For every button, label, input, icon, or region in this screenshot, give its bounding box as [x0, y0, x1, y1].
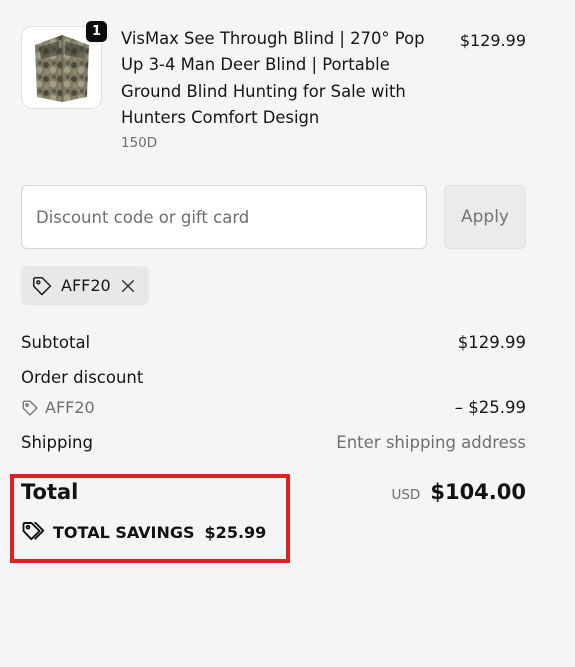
- product-variant: 150D: [121, 135, 158, 152]
- product-title: VisMax See Through Blind | 270° Pop Up 3…: [121, 29, 425, 127]
- currency-code: USD: [391, 487, 421, 503]
- close-icon[interactable]: [119, 277, 137, 295]
- quantity-badge: 1: [84, 19, 109, 44]
- tags-icon: [21, 520, 45, 544]
- product-price: $129.99: [459, 31, 526, 50]
- product-info: VisMax See Through Blind | 270° Pop Up 3…: [121, 26, 441, 151]
- line-item: 1 VisMax See Through Blind | 270° Pop Up…: [21, 19, 526, 151]
- subtotal-value: $129.99: [457, 333, 526, 352]
- total-savings-label: TOTAL SAVINGS: [53, 522, 195, 542]
- subtotal-row: Subtotal $129.99: [21, 333, 526, 352]
- order-discount-row: Order discount: [21, 368, 526, 387]
- total-value: $104.00: [430, 480, 526, 504]
- total-savings: TOTAL SAVINGS $25.99: [21, 520, 266, 544]
- discount-code-input[interactable]: [21, 185, 427, 249]
- discount-code-text: AFF20: [45, 398, 95, 417]
- shipping-label: Shipping: [21, 433, 93, 452]
- applied-discount-code: AFF20: [61, 276, 111, 295]
- subtotal-label: Subtotal: [21, 333, 91, 352]
- product-image: [34, 34, 89, 102]
- applied-discount-chip: AFF20: [21, 266, 149, 305]
- apply-discount-button[interactable]: Apply: [444, 185, 526, 249]
- total-amount: USD $104.00: [391, 480, 526, 504]
- discount-form: Apply: [21, 185, 526, 249]
- tag-icon: [21, 399, 39, 417]
- total-label: Total: [21, 480, 79, 504]
- shipping-row: Shipping Enter shipping address: [21, 433, 526, 452]
- total-savings-value: $25.99: [204, 522, 267, 542]
- order-discount-label: Order discount: [21, 368, 144, 387]
- product-thumbnail: 1: [21, 19, 109, 109]
- tag-icon: [31, 275, 53, 297]
- total-row: Total USD $104.00: [21, 480, 526, 504]
- discount-code-row: AFF20 – $25.99: [21, 398, 526, 417]
- discount-code-label: AFF20: [21, 398, 95, 417]
- discount-value: – $25.99: [454, 398, 526, 417]
- shipping-value: Enter shipping address: [336, 433, 526, 452]
